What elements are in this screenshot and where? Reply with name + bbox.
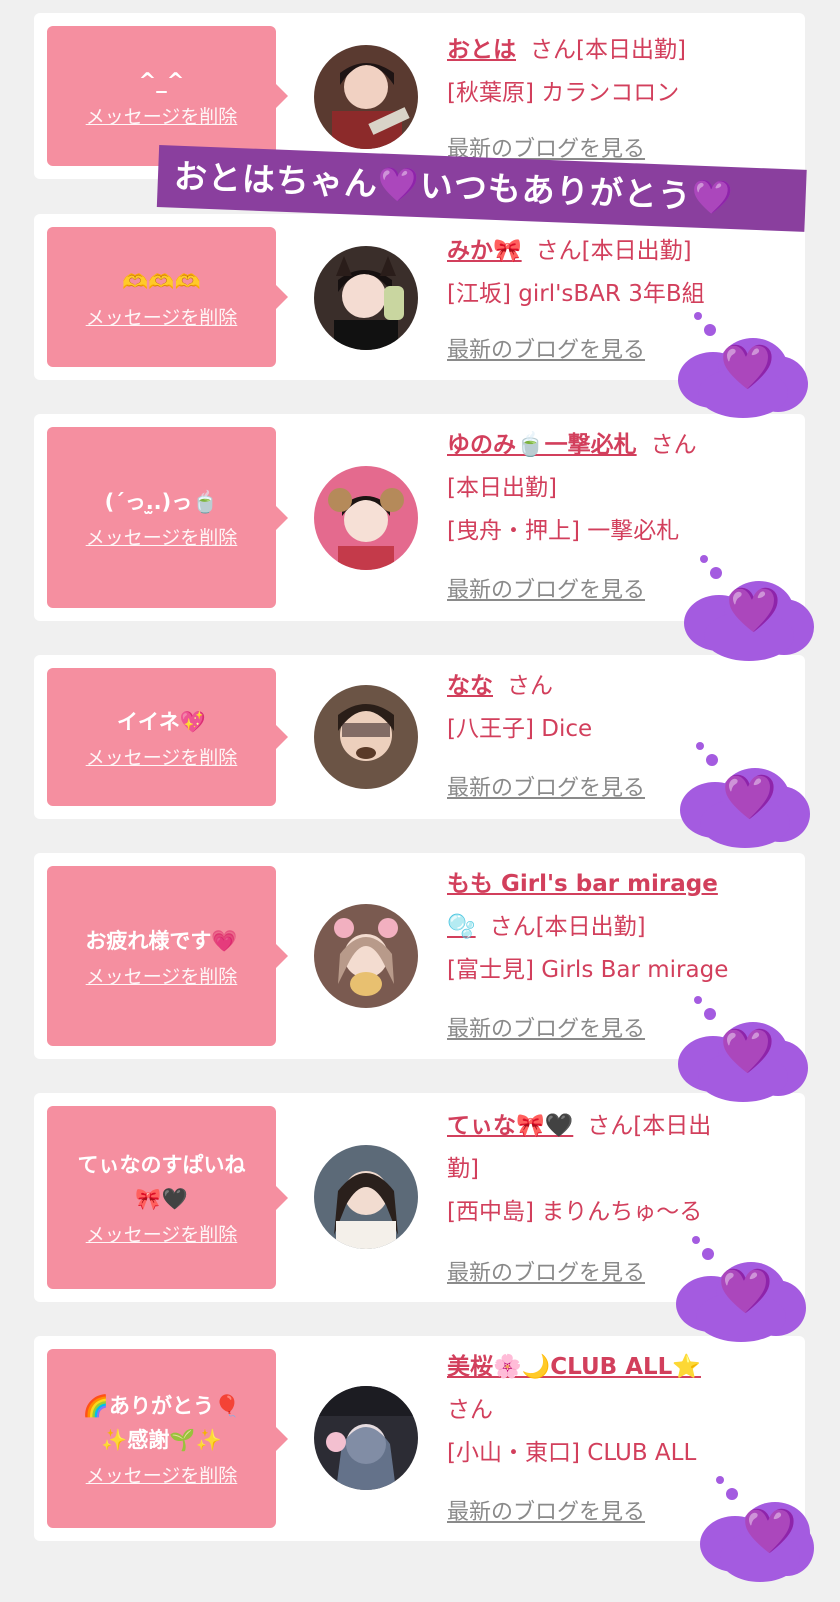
heart-cloud-sticker: 💜 (680, 742, 820, 852)
heart-icon: 💜 (726, 585, 781, 636)
avatar[interactable] (314, 1145, 418, 1249)
message-bubble: てぃなのすぱいね 🎀🖤 メッセージを削除 (47, 1106, 288, 1289)
message-bubble: 🫶🫶🫶 メッセージを削除 (47, 227, 288, 367)
latest-blog-link[interactable]: 最新のブログを見る (447, 1011, 645, 1043)
heart-cloud-sticker: 💜 (684, 555, 824, 665)
shop-line: [西中島] まりんちゅ〜る (447, 1199, 703, 1225)
cast-status: さん[本日出 (587, 1113, 712, 1139)
message-bubble: (´っ.̫.)っ🍵 メッセージを削除 (47, 427, 288, 608)
shop-line: [曳舟・押上] 一撃必札 (447, 518, 680, 544)
latest-blog-link[interactable]: 最新のブログを見る (447, 572, 645, 604)
cast-status: さん (650, 432, 697, 458)
heart-cloud-sticker: 💜 (678, 996, 818, 1106)
delete-message-link[interactable]: メッセージを削除 (86, 102, 238, 129)
cast-name-link[interactable]: もも Girl's bar mirage (447, 871, 718, 897)
delete-message-link[interactable]: メッセージを削除 (86, 743, 238, 770)
shop-line: [小山・東口] CLUB ALL (447, 1440, 697, 1466)
delete-message-link[interactable]: メッセージを削除 (86, 962, 238, 989)
message-text: てぃなのすぱいね (77, 1153, 246, 1177)
cast-status: さん[本日出勤] (535, 238, 692, 264)
shop-line: [本日出勤] (447, 475, 557, 501)
avatar[interactable] (314, 246, 418, 350)
latest-blog-link[interactable]: 最新のブログを見る (447, 332, 645, 364)
delete-message-link[interactable]: メッセージを削除 (86, 1461, 238, 1488)
heart-cloud-sticker: 💜 (676, 1236, 816, 1346)
message-bubble: イイネ💖 メッセージを削除 (47, 668, 288, 806)
avatar[interactable] (314, 466, 418, 570)
heart-icon: 💜 (720, 1026, 775, 1077)
cast-name-link[interactable]: 🫧 (447, 914, 476, 940)
heart-icon: 💜 (742, 1506, 797, 1557)
message-text: (´っ.̫.)っ🍵 (104, 490, 219, 514)
message-text: ✨感謝🌱✨ (101, 1428, 222, 1452)
cast-name-link[interactable]: 美桜🌸🌙CLUB ALL⭐ (447, 1354, 701, 1380)
cast-name-link[interactable]: なな (447, 673, 493, 699)
heart-icon: 💜 (720, 342, 775, 393)
cast-status: さん (447, 1397, 493, 1423)
latest-blog-link[interactable]: 最新のブログを見る (447, 770, 645, 802)
message-bubble: お疲れ様です💗 メッセージを削除 (47, 866, 288, 1046)
message-card: 🌈ありがとう🎈 ✨感謝🌱✨ メッセージを削除 美桜🌸🌙CLUB ALL⭐ さん … (34, 1336, 805, 1541)
delete-message-link[interactable]: メッセージを削除 (86, 303, 238, 330)
cast-status: さん[本日出勤] (489, 914, 646, 940)
cast-status: さん[本日出勤] (530, 37, 686, 63)
message-text: イイネ💖 (116, 709, 207, 734)
message-text: 🫶🫶🫶 (122, 269, 201, 294)
latest-blog-link[interactable]: 最新のブログを見る (447, 1494, 645, 1526)
cast-name-link[interactable]: みか🎀 (447, 238, 522, 264)
avatar[interactable] (314, 904, 418, 1008)
avatar[interactable] (314, 685, 418, 789)
heart-cloud-sticker: 💜 (700, 1476, 840, 1586)
heart-cloud-sticker: 💜 (678, 312, 818, 422)
shop-line: [秋葉原] カランコロン (447, 80, 680, 106)
cast-status: さん (507, 673, 553, 699)
delete-message-link[interactable]: メッセージを削除 (86, 523, 238, 550)
message-text: お疲れ様です💗 (85, 928, 238, 953)
message-text: ^_^ (138, 68, 185, 93)
shop-line: [江坂] girl'sBAR 3年B組 (447, 281, 705, 307)
avatar[interactable] (314, 1386, 418, 1490)
heart-icon: 💜 (722, 772, 777, 823)
cast-status-cont: 勤] (447, 1156, 479, 1182)
cast-name-link[interactable]: ゆのみ🍵一撃必札 (447, 432, 637, 458)
latest-blog-link[interactable]: 最新のブログを見る (447, 1255, 645, 1287)
heart-icon: 💜 (718, 1266, 773, 1317)
message-text: 🎀🖤 (135, 1187, 188, 1211)
cast-name-link[interactable]: おとは (447, 37, 516, 63)
message-text: 🌈ありがとう🎈 (82, 1394, 241, 1418)
cast-name-link[interactable]: てぃな🎀🖤 (447, 1113, 573, 1139)
delete-message-link[interactable]: メッセージを削除 (86, 1220, 238, 1247)
message-bubble: 🌈ありがとう🎈 ✨感謝🌱✨ メッセージを削除 (47, 1349, 288, 1528)
avatar[interactable] (314, 45, 418, 149)
shop-line: [富士見] Girls Bar mirage (447, 957, 729, 983)
